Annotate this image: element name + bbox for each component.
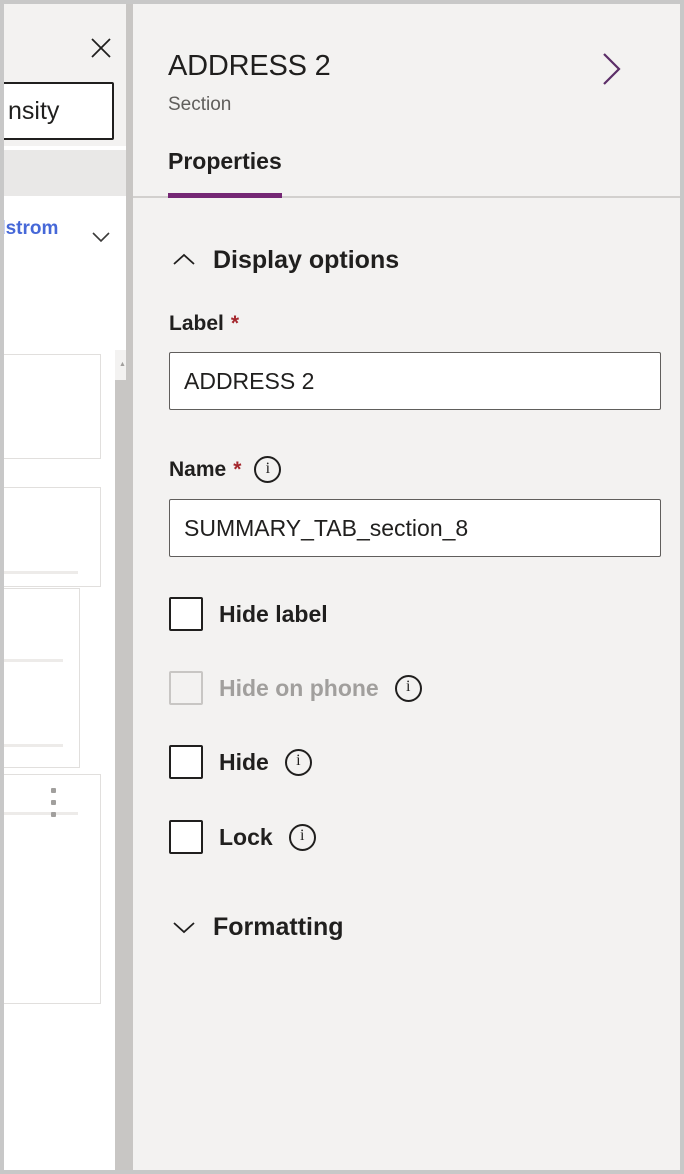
more-vertical-icon[interactable] (51, 788, 57, 817)
checkbox-lock-text: Lock (219, 824, 273, 851)
checkbox-box[interactable] (169, 820, 203, 854)
info-icon[interactable] (254, 456, 281, 483)
checkbox-hide-on-phone: Hide on phone (169, 671, 422, 705)
close-icon[interactable] (88, 35, 114, 61)
scroll-up-arrow-icon[interactable]: ▲ (115, 350, 126, 378)
checkbox-hide[interactable]: Hide (169, 745, 312, 779)
tab-properties[interactable]: Properties (168, 148, 282, 196)
canvas-search-input[interactable]: nsity (4, 82, 114, 140)
chevron-down-icon[interactable] (88, 228, 114, 246)
chevron-down-icon (169, 912, 199, 942)
checkbox-hide-on-phone-text: Hide on phone (219, 675, 379, 702)
info-icon[interactable] (395, 675, 422, 702)
canvas-subtoolbar (4, 150, 126, 196)
label-field-label: Label * (169, 312, 239, 336)
canvas-separator-line (4, 744, 63, 747)
checkbox-box[interactable] (169, 745, 203, 779)
section-formatting-title: Formatting (213, 913, 344, 942)
section-display-options-title: Display options (213, 246, 399, 275)
panel-header: ADDRESS 2 Section Properties (133, 4, 680, 198)
required-marker: * (231, 312, 239, 336)
canvas-separator-line (4, 659, 63, 662)
label-field-input-value: ADDRESS 2 (184, 368, 314, 395)
canvas-separator-line (4, 571, 78, 574)
label-field-label-text: Label (169, 312, 224, 336)
chevron-right-icon[interactable] (593, 46, 629, 92)
canvas-search-input-value: nsity (8, 97, 59, 126)
checkbox-box (169, 671, 203, 705)
checkbox-hide-label-text: Hide label (219, 601, 328, 628)
checkbox-hide-label[interactable]: Hide label (169, 597, 328, 631)
name-field-label: Name * (169, 456, 281, 483)
section-display-options[interactable]: Display options (133, 238, 399, 282)
scrollbar-thumb[interactable] (115, 380, 126, 1170)
chevron-up-icon (169, 245, 199, 275)
checkbox-hide-text: Hide (219, 749, 269, 776)
label-field-input[interactable]: ADDRESS 2 (169, 352, 661, 410)
checkbox-box[interactable] (169, 597, 203, 631)
canvas-field-box (4, 354, 101, 459)
panel-subtitle: Section (168, 94, 231, 116)
name-field-input[interactable]: SUMMARY_TAB_section_8 (169, 499, 661, 557)
canvas-lookup-row: dstrom (4, 200, 126, 278)
application-frame: nsity dstrom ▲ (0, 0, 684, 1174)
page-title: ADDRESS 2 (168, 50, 331, 83)
panel-body: Display options Label * ADDRESS 2 Name *… (133, 200, 680, 1170)
info-icon[interactable] (285, 749, 312, 776)
canvas-vertical-scrollbar[interactable]: ▲ (115, 350, 126, 1170)
canvas-field-box (4, 588, 80, 768)
name-field-input-value: SUMMARY_TAB_section_8 (184, 515, 468, 542)
tab-properties-label: Properties (168, 148, 282, 175)
properties-panel: ADDRESS 2 Section Properties (133, 4, 680, 1170)
canvas-lookup-link[interactable]: dstrom (4, 218, 58, 240)
required-marker: * (233, 458, 241, 482)
panel-separator (126, 4, 133, 1170)
form-canvas-region: nsity dstrom ▲ (4, 4, 126, 1170)
panel-tabstrip: Properties (133, 150, 680, 198)
name-field-label-text: Name (169, 458, 226, 482)
info-icon[interactable] (289, 824, 316, 851)
canvas-separator-line (4, 812, 78, 815)
section-formatting[interactable]: Formatting (133, 905, 344, 949)
checkbox-lock[interactable]: Lock (169, 820, 316, 854)
